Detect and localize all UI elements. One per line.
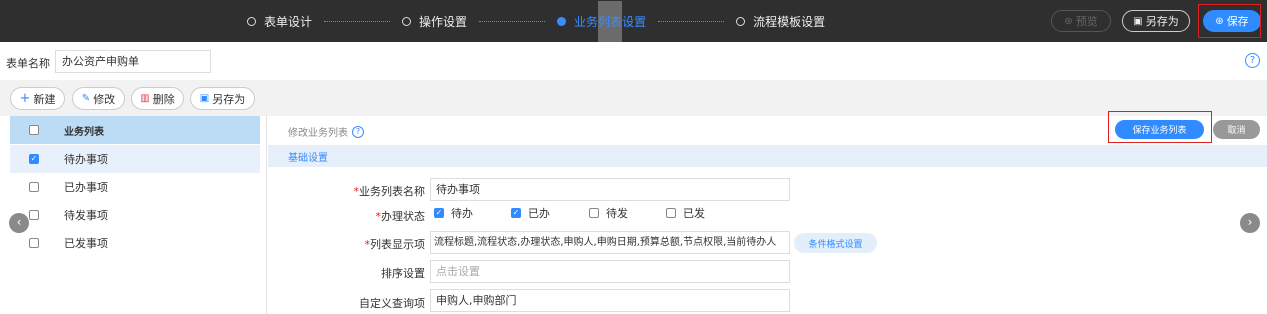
- label-text: 办理状态: [381, 210, 425, 223]
- status-option-label: 待发: [606, 207, 628, 220]
- top-bar: 表单设计 操作设置 业务 列表 设置 流程模板设置 ⊛ 预览 ▣ 另存为 ⊛ 保存: [0, 0, 1267, 42]
- trash-icon: ▥: [140, 93, 150, 104]
- save-as-label: 另存为: [1145, 15, 1179, 28]
- list-header-label: 业务列表: [64, 126, 104, 138]
- list-item[interactable]: 待发事项: [10, 201, 260, 229]
- list-item-checkbox[interactable]: [29, 210, 39, 220]
- list-name-input[interactable]: 待办事项: [430, 178, 790, 201]
- step-form-design[interactable]: 表单设计: [247, 13, 312, 30]
- list-item-label: 待办事项: [64, 153, 108, 166]
- step-flow-template-settings[interactable]: 流程模板设置: [736, 13, 825, 30]
- edit-label: 修改: [93, 92, 116, 106]
- save-as-button[interactable]: ▣ 另存为: [1122, 10, 1190, 32]
- section-header-basic: 基础设置: [268, 145, 1267, 167]
- status-checkbox[interactable]: ✓: [434, 208, 444, 218]
- status-option-label: 已办: [528, 207, 550, 220]
- step-dot: [247, 16, 256, 26]
- field-label-status: *办理状态: [375, 210, 426, 223]
- save-as-label: 另存为: [212, 92, 246, 106]
- list-header: 业务列表: [10, 116, 260, 144]
- form-name-label: 表单名称: [6, 57, 50, 70]
- status-option-sent[interactable]: 已发: [666, 205, 705, 221]
- list-item[interactable]: 已发事项: [10, 229, 260, 257]
- panel-divider: [266, 116, 267, 314]
- plus-icon: +: [19, 91, 31, 106]
- step-operation-settings[interactable]: 操作设置: [402, 13, 467, 30]
- preview-label: 预览: [1075, 15, 1098, 28]
- list-item-label: 待发事项: [64, 209, 108, 222]
- chevron-right-icon[interactable]: ›: [1240, 213, 1260, 233]
- edit-panel-title: 修改业务列表 ?: [288, 124, 364, 139]
- highlight-box: [1108, 111, 1212, 143]
- step-label-part-highlighted: 列表: [598, 0, 623, 42]
- select-all-checkbox[interactable]: [29, 125, 39, 135]
- business-list-panel: 业务列表 ✓ 待办事项 已办事项 待发事项 已发事项: [10, 116, 260, 314]
- step-label: 操作设置: [419, 14, 468, 29]
- help-icon[interactable]: ?: [352, 125, 364, 138]
- query-input[interactable]: 申购人,申购部门: [430, 289, 790, 312]
- step-label-part: 业务: [574, 14, 599, 29]
- list-item[interactable]: 已办事项: [10, 173, 260, 201]
- label-text: 自定义查询项: [359, 297, 425, 310]
- label-text: 业务列表名称: [359, 185, 425, 198]
- label-text: 排序设置: [381, 267, 425, 280]
- form-name-input[interactable]: 办公资产申购单: [55, 50, 211, 73]
- step-dot: [557, 16, 567, 26]
- status-checkbox[interactable]: [666, 208, 676, 218]
- list-item-checkbox[interactable]: [29, 238, 39, 248]
- status-checkbox[interactable]: [589, 208, 599, 218]
- step-connector: [479, 20, 546, 22]
- delete-button[interactable]: ▥ 删除: [131, 87, 184, 110]
- new-label: 新建: [33, 92, 56, 106]
- preview-button[interactable]: ⊛ 预览: [1051, 10, 1111, 32]
- step-dot: [736, 16, 746, 26]
- status-option-to-send[interactable]: 待发: [589, 205, 628, 221]
- condition-format-button[interactable]: 条件格式设置: [794, 233, 877, 253]
- preview-icon: ⊛: [1064, 15, 1073, 27]
- field-label-columns: *列表显示项: [364, 238, 426, 251]
- field-label-name: *业务列表名称: [353, 185, 426, 198]
- list-item-label: 已发事项: [64, 237, 108, 250]
- step-label-part: 设置: [622, 14, 647, 29]
- section-title: 基础设置: [288, 153, 328, 164]
- status-option-label: 待办: [451, 207, 473, 220]
- sort-input[interactable]: 点击设置: [430, 260, 790, 283]
- step-label: 流程模板设置: [753, 14, 826, 29]
- status-option-label: 已发: [683, 207, 705, 220]
- edit-panel-title-text: 修改业务列表: [288, 128, 348, 139]
- label-text: 列表显示项: [370, 238, 425, 251]
- step-dot: [402, 16, 412, 26]
- list-item-checkbox[interactable]: [29, 182, 39, 192]
- step-label: 表单设计: [264, 14, 313, 29]
- step-business-list-settings[interactable]: 业务 列表 设置: [557, 0, 647, 42]
- new-button[interactable]: + 新建: [10, 87, 65, 110]
- status-option-done[interactable]: ✓ 已办: [511, 205, 550, 221]
- step-connector: [658, 20, 725, 22]
- help-icon[interactable]: ?: [1245, 53, 1260, 68]
- highlight-box: [1198, 4, 1261, 38]
- save-icon: ▣: [1133, 15, 1143, 27]
- step-progress: 表单设计 操作设置 业务 列表 设置 流程模板设置: [247, 0, 825, 42]
- chevron-left-icon[interactable]: ‹: [9, 213, 29, 233]
- list-item-checkbox[interactable]: ✓: [29, 154, 39, 164]
- list-item[interactable]: ✓ 待办事项: [10, 145, 260, 173]
- save-icon: ▣: [199, 93, 210, 104]
- save-as-list-button[interactable]: ▣ 另存为: [190, 87, 255, 110]
- edit-button[interactable]: ✎ 修改: [72, 87, 125, 110]
- columns-input[interactable]: 流程标题,流程状态,办理状态,申购人,申购日期,预算总额,节点权限,当前待办人: [430, 231, 790, 254]
- field-label-query: 自定义查询项: [285, 295, 425, 311]
- list-item-label: 已办事项: [64, 181, 108, 194]
- edit-icon: ✎: [81, 93, 91, 104]
- cancel-button[interactable]: 取消: [1213, 120, 1260, 139]
- delete-label: 删除: [152, 92, 175, 106]
- field-label-sort: 排序设置: [285, 265, 425, 281]
- status-checkbox[interactable]: ✓: [511, 208, 521, 218]
- status-option-pending[interactable]: ✓ 待办: [434, 205, 473, 221]
- step-connector: [324, 20, 391, 22]
